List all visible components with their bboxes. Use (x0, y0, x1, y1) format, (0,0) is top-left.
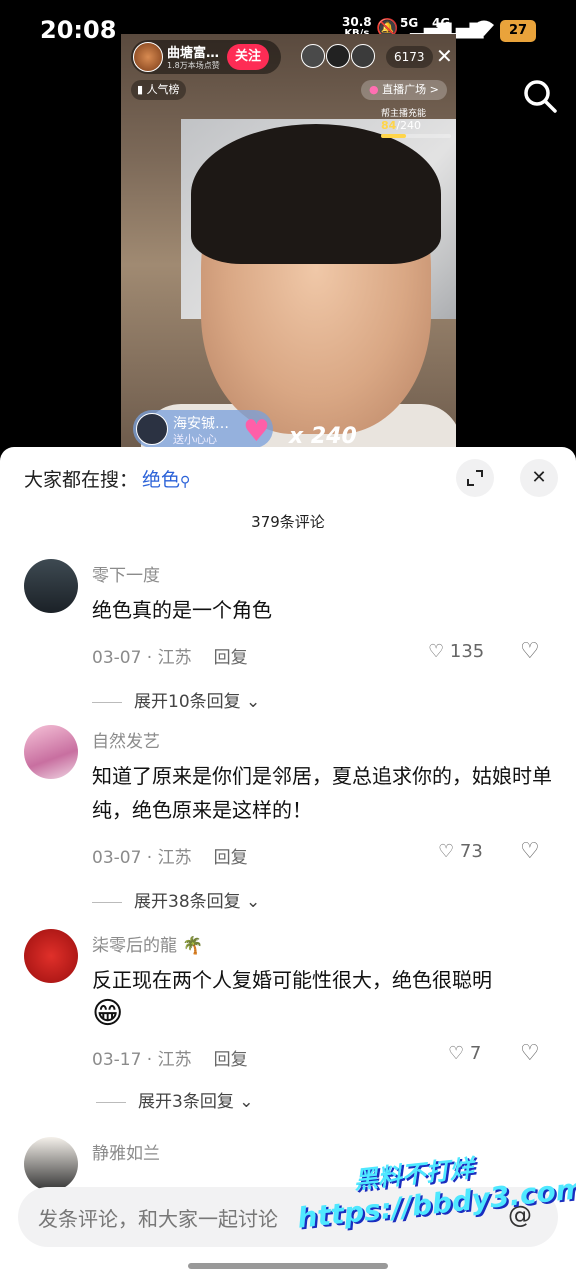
live-stream-video[interactable]: 曲塘富… 1.8万本场点赞 关注 6173 ✕ ▮ 人气榜 ● 直播广场 > 帮… (121, 34, 456, 454)
charge-progress-fill (381, 134, 406, 138)
avatar[interactable] (24, 559, 78, 613)
search-icon-small[interactable]: ⚲ (180, 474, 190, 490)
grin-emoji: 😁 (92, 996, 124, 1031)
avatar[interactable] (24, 1137, 78, 1191)
host-likes: 1.8万本场点赞 (167, 61, 220, 70)
comment-username[interactable]: 柒零后的龍 🌴 (92, 931, 204, 956)
viewer-avatars[interactable] (301, 44, 376, 72)
screen: 20:08 30.8 KB/s 🔕 5G ▂▄▆ 4G ▂▄▆ 27 曲塘富… … (0, 0, 576, 1280)
like-count: 135 (449, 641, 485, 662)
expand-replies[interactable]: 展开3条回复 ⌄ (96, 1087, 253, 1112)
viewer-avatar[interactable] (301, 44, 325, 68)
expand-replies[interactable]: 展开38条回复 ⌄ (92, 887, 260, 912)
charge-label: 帮主播充能 (381, 109, 427, 119)
comment-date: 03-17 · 江苏 (92, 1050, 192, 1070)
wifi-icon (472, 18, 496, 43)
like-count: 73 (459, 841, 483, 862)
live-header: 曲塘富… 1.8万本场点赞 关注 6173 ✕ (131, 40, 453, 74)
like-count: 7 (469, 1043, 482, 1064)
heart-icon: ♡ (428, 641, 445, 662)
viewer-avatar[interactable] (351, 44, 375, 68)
expand-replies-label: 展开10条回复 (134, 692, 241, 712)
search-icon[interactable] (520, 76, 560, 116)
gift-user-avatar (136, 413, 168, 445)
comment-meta: 03-07 · 江苏 回复 (92, 643, 248, 668)
expand-icon[interactable] (456, 459, 494, 497)
plaza-icon: ● (369, 83, 379, 96)
comment-count: 379条评论 (251, 513, 325, 531)
reply-button[interactable]: 回复 (214, 1050, 248, 1070)
like-button[interactable]: ♡ 73 (438, 841, 483, 862)
like-button[interactable]: ♡ 7 (448, 1043, 481, 1064)
avatar[interactable] (24, 929, 78, 983)
charge-current: 84 (381, 119, 397, 132)
viewer-count[interactable]: 6173 (386, 46, 433, 68)
palm-tree-icon: 🌴 (182, 936, 204, 956)
broken-heart-icon[interactable]: ♡ (520, 839, 540, 864)
avatar[interactable] (24, 725, 78, 779)
host-name: 曲塘富… (167, 46, 220, 61)
popularity-rank-button[interactable]: ▮ 人气榜 (131, 80, 186, 100)
expand-replies[interactable]: 展开10条回复 ⌄ (92, 687, 260, 712)
close-comments-button[interactable]: ✕ (520, 459, 558, 497)
live-plaza-button[interactable]: ● 直播广场 > (361, 80, 447, 100)
chevron-down-icon: ⌄ (239, 1092, 254, 1112)
follow-button[interactable]: 关注 (227, 44, 269, 70)
home-indicator[interactable] (188, 1263, 388, 1269)
hot-search-keyword[interactable]: 绝色 (142, 469, 180, 491)
host-card[interactable]: 曲塘富… 1.8万本场点赞 关注 (131, 40, 281, 74)
charge-widget[interactable]: 帮主播充能 84/240 (381, 106, 451, 138)
comment-meta: 03-17 · 江苏 回复 (92, 1045, 248, 1070)
comment-meta: 03-07 · 江苏 回复 (92, 843, 248, 868)
charge-progress-track (381, 134, 451, 138)
comment-date: 03-07 · 江苏 (92, 848, 192, 868)
gift-count: x 240 (289, 424, 357, 449)
battery-indicator: 27 (500, 20, 536, 42)
viewer-avatar[interactable] (326, 44, 350, 68)
hot-search[interactable]: 大家都在搜： 绝色⚲ (24, 465, 190, 492)
close-icon[interactable]: ✕ (436, 44, 453, 68)
comment-username[interactable]: 自然发艺 (92, 727, 160, 752)
reply-button[interactable]: 回复 (214, 648, 248, 668)
divider (92, 901, 122, 903)
heart-gift-icon: ♥ (243, 414, 270, 449)
chevron-down-icon: ⌄ (246, 692, 261, 712)
heart-icon: ♡ (438, 841, 455, 862)
gift-user-name: 海安铖… (173, 416, 229, 432)
expand-replies-label: 展开3条回复 (138, 1092, 234, 1112)
heart-icon: ♡ (448, 1043, 465, 1064)
popularity-rank-label: 人气榜 (146, 83, 180, 96)
broken-heart-icon[interactable]: ♡ (520, 1041, 540, 1066)
comment-date: 03-07 · 江苏 (92, 648, 192, 668)
streamer-hair (191, 124, 441, 264)
chevron-down-icon: ⌄ (246, 892, 261, 912)
charge-total: /240 (396, 119, 422, 132)
hot-search-label: 大家都在搜： (24, 469, 139, 491)
comment-username[interactable]: 零下一度 (92, 561, 160, 586)
comments-sheet: 大家都在搜： 绝色⚲ ✕ 379条评论 零下一度 绝色真的是一个角色 03-07 … (0, 447, 576, 1280)
host-avatar[interactable] (133, 42, 163, 72)
status-time: 20:08 (40, 16, 117, 44)
live-plaza-label: 直播广场 > (382, 83, 439, 96)
comment-username[interactable]: 静雅如兰 (92, 1139, 160, 1164)
divider (96, 1101, 126, 1103)
comment-text[interactable]: 绝色真的是一个角色 (92, 593, 552, 627)
comment-text-body: 反正现在两个人复婚可能性很大，绝色很聪明 (92, 968, 492, 992)
broken-heart-icon[interactable]: ♡ (520, 639, 540, 664)
divider (92, 701, 122, 703)
like-button[interactable]: ♡ 135 (428, 641, 484, 662)
expand-replies-label: 展开38条回复 (134, 892, 241, 912)
gift-description: 送小心心 (173, 433, 217, 446)
comment-text[interactable]: 反正现在两个人复婚可能性很大，绝色很聪明 😁 (92, 963, 552, 1033)
network-speed-value: 30.8 (342, 15, 372, 29)
comment-text[interactable]: 知道了原来是你们是邻居，夏总追求你的，姑娘时单纯，绝色原来是这样的！ (92, 759, 552, 827)
comment-username-text: 柒零后的龍 (92, 936, 177, 956)
comment-input-placeholder: 发条评论，和大家一起讨论 (38, 1207, 278, 1231)
reply-button[interactable]: 回复 (214, 848, 248, 868)
